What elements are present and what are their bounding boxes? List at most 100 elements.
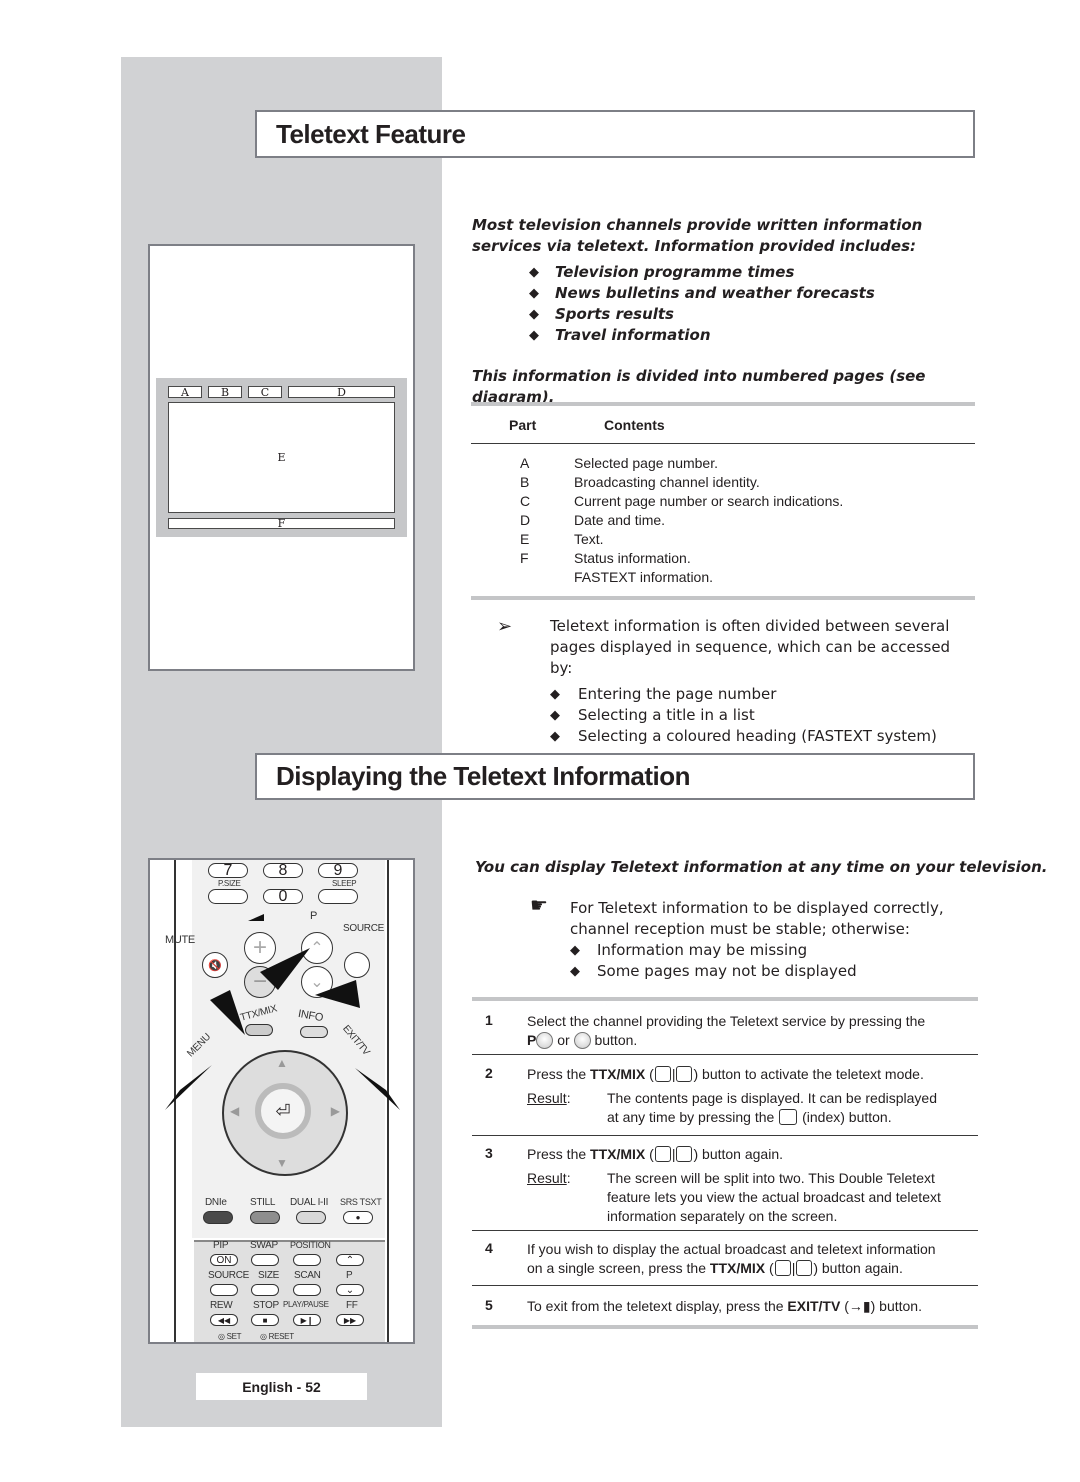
diamond-bullet-icon: ◆ [570,943,580,958]
step-text-pre: Press the [527,1146,587,1162]
caution-block: ☛ For Teletext information to be display… [530,895,980,982]
table-row: FASTEXT information. [471,568,975,587]
part-cell: A [520,455,530,471]
ttx-mix-button [245,1024,273,1036]
teletext-diagram: A B C D E F [156,378,407,537]
position-button [293,1254,321,1266]
step-1-line-2: P or button. [527,1031,977,1050]
result-line: feature lets you view the actual broadca… [607,1189,941,1205]
diamond-bullet-icon: ◆ [529,307,539,322]
note-text: Teletext information is often divided be… [550,617,951,677]
step-number: 1 [485,1012,493,1028]
swap-button [251,1254,279,1266]
section-title-teletext-feature: Teletext Feature [255,110,975,158]
result-text-pre: at any time by pressing the [607,1109,775,1125]
still-button [250,1211,280,1224]
table-row: E Text. [471,530,975,549]
ttx-mix-key: TTX/MIX [590,1146,646,1162]
contents-cell: FASTEXT information. [574,569,714,585]
ttx-mix-key: TTX/MIX [590,1066,646,1082]
result-line: The contents page is displayed. It can b… [607,1090,937,1106]
part-cell: D [520,512,531,528]
contents-cell: Date and time. [574,512,666,528]
playpause-label: PLAY/PAUSE [283,1300,329,1309]
diamond-bullet-icon: ◆ [550,729,560,744]
step-4-line: If you wish to display the actual broadc… [527,1241,936,1257]
mix-icon [676,1066,693,1083]
pip-channel-down-button: ⌄ [336,1284,364,1296]
step-divider [472,1135,978,1136]
mix-icon [676,1146,693,1163]
steps-top-rule [472,997,978,1001]
bullet-text: News bulletins and weather forecasts [555,284,875,302]
list-item: ◆ Information may be missing [570,940,980,961]
result-label: Result [527,1170,567,1186]
pip-on-button: ON [210,1254,238,1266]
pip-source-button [210,1284,238,1296]
list-item: ◆ Television programme times [529,262,972,283]
arrow-right-icon: ➢ [497,616,513,637]
result-label: Result [527,1090,567,1106]
part-cell: B [520,474,530,490]
p-key-label: P [527,1032,537,1048]
step-text-pre: Press the [527,1066,587,1082]
step-2-text: Press the TTX/MIX (|) button to activate… [527,1065,977,1127]
dpad-right-icon: ▶ [330,1104,340,1118]
part-cell: F [520,550,529,566]
step-1-line: Select the channel providing the Teletex… [527,1013,926,1029]
ff-label: FF [346,1300,358,1311]
column-header-part: Part [509,417,537,433]
step-divider [472,1054,978,1055]
srs-button: ● [343,1211,373,1224]
dpad-up-icon: ▲ [276,1056,288,1070]
stop-label: STOP [253,1300,279,1311]
exit-icon: →▮ [848,1298,871,1314]
page-number-label: English - 52 [242,1378,321,1395]
dnie-label: DNIe [205,1197,227,1208]
diamond-bullet-icon: ◆ [550,708,560,723]
section-title-displaying: Displaying the Teletext Information [255,753,975,800]
set-label-wrap: ◎ SET [218,1332,242,1341]
rew-label: REW [210,1300,233,1311]
diagram-part-d: D [288,386,395,399]
step-divider [472,1285,978,1286]
dpad-down-icon: ▼ [276,1156,288,1170]
step-2-result: Result: The contents page is displayed. … [527,1090,937,1126]
list-item: ◆ Selecting a coloured heading (FASTEXT s… [550,726,977,747]
size-label: SIZE [258,1270,280,1281]
dual-label: DUAL I-II [290,1197,329,1208]
diagram-label-c: C [260,385,270,399]
table-row: A Selected page number. [471,454,975,473]
table-top-rule [471,402,975,406]
intro-paragraph: Most television channels provide written… [472,216,923,255]
diagram-label-e: E [277,451,286,464]
scan-button [293,1284,321,1296]
step-2-line: Press the TTX/MIX (|) button to activate… [527,1066,924,1083]
parts-table: A Selected page number. B Broadcasting chan… [471,454,975,587]
teletext-icon [654,1066,671,1083]
result-line: information separately on the screen. [607,1208,838,1224]
contents-cell: Text. [574,531,604,547]
stop-button: ■ [251,1314,279,1326]
pip-p-label: P [346,1270,353,1281]
list-item: ◆ Entering the page number [550,684,977,705]
diamond-bullet-icon: ◆ [570,964,580,979]
position-label: POSITION [290,1240,331,1250]
bullet-text: Entering the page number [578,685,777,703]
teletext-icon [654,1146,671,1163]
services-list: ◆ Television programme times ◆ News bullet… [529,262,972,346]
info-button [300,1026,328,1038]
bullet-text: Information may be missing [597,941,808,959]
diagram-part-b: B [208,386,242,399]
diamond-bullet-icon: ◆ [529,328,539,343]
table-row: F Status information. [471,549,975,568]
table-header-rule [471,443,975,444]
list-item: ◆ Travel information [529,325,972,346]
arrow-pointer-down [315,980,360,1008]
steps-bottom-rule [472,1325,978,1329]
arrow-pointer-up [260,948,310,990]
exit-tv-key: EXIT/TV [787,1298,841,1314]
enter-button: ⏎ [255,1083,311,1139]
reset-label: RESET [268,1332,294,1341]
scan-label: SCAN [294,1270,321,1281]
